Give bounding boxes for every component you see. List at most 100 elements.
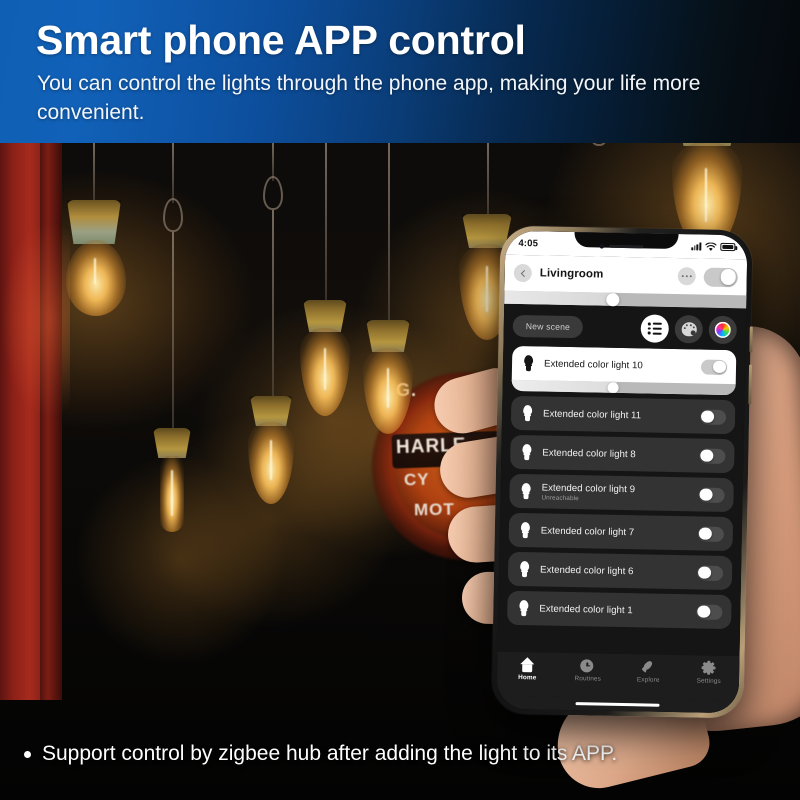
light-name: Extended color light 8 — [542, 446, 636, 460]
light-card-active[interactable]: Extended color light 10 — [511, 345, 737, 396]
light-name: Extended color light 6 — [540, 563, 634, 577]
room-master-toggle[interactable] — [703, 267, 738, 287]
room-header: Livingroom — [504, 254, 748, 309]
home-icon — [520, 657, 535, 673]
light-labels: Extended color light 10 — [544, 358, 701, 372]
bulb-filament — [94, 258, 96, 284]
light-name: Extended color light 10 — [543, 357, 643, 371]
light-labels: Extended color light 8 — [542, 447, 699, 461]
earpiece-speaker — [609, 244, 644, 249]
color-palette-button[interactable] — [674, 314, 704, 344]
bulb-filament — [705, 168, 707, 222]
cellular-bars-icon — [691, 242, 702, 251]
light-labels: Extended color light 1 — [539, 603, 696, 617]
light-toggle[interactable] — [699, 447, 726, 464]
bulb-socket — [67, 200, 121, 244]
bullet-icon — [24, 750, 31, 758]
bulb-icon — [522, 355, 535, 372]
promo-poster: G. HARLE CY MOT — [0, 0, 800, 800]
light-card-row: Extended color light 6 — [508, 552, 733, 590]
light-name: Extended color light 11 — [543, 407, 642, 421]
slider-fill — [504, 290, 616, 306]
light-name: Extended color light 1 — [539, 602, 633, 616]
color-wheel-icon — [714, 321, 731, 339]
promo-banner: Smart phone APP control You can control … — [0, 0, 800, 143]
gear-icon — [701, 660, 716, 675]
bulb-socket — [153, 428, 191, 458]
tab-label: Settings — [696, 677, 721, 685]
bulb-filament — [270, 440, 272, 480]
status-indicators — [691, 242, 736, 252]
light-toggle[interactable] — [699, 408, 727, 425]
light-card[interactable]: Extended color light 7 — [508, 512, 734, 552]
light-card-row: Extended color light 7 — [509, 513, 734, 551]
beam-glow — [0, 190, 70, 450]
page-subtitle: You can control the lights through the p… — [37, 72, 701, 124]
bulb-icon — [517, 600, 530, 617]
light-card[interactable]: Extended color light 8 — [510, 434, 735, 474]
phone-volume-up-button[interactable] — [749, 326, 753, 353]
more-options-button[interactable] — [677, 267, 696, 286]
tab-routines[interactable]: Routines — [566, 658, 610, 683]
light-labels: Extended color light 6 — [540, 564, 697, 578]
light-card[interactable]: Extended color light 1 — [507, 590, 732, 630]
color-palette-icon — [681, 322, 697, 337]
bulb-icon — [518, 561, 531, 578]
phone-screen: 4:05 Livingroom New scene Extended color… — [496, 230, 748, 714]
chevron-left-icon — [520, 269, 528, 277]
bulb-filament — [486, 266, 488, 312]
light-toggle[interactable] — [700, 358, 728, 375]
light-toggle[interactable] — [696, 603, 723, 620]
light-card-unreachable[interactable]: Extended color light 9 Unreachable — [509, 473, 734, 513]
light-labels: Extended color light 11 — [543, 408, 700, 422]
slider-knob[interactable] — [605, 292, 620, 306]
room-title: Livingroom — [539, 267, 604, 281]
tab-explore[interactable]: Explore — [626, 659, 670, 684]
bulb-cord — [487, 143, 489, 219]
slider-fill — [511, 379, 617, 393]
light-toggle[interactable] — [698, 486, 725, 503]
tab-home[interactable]: Home — [505, 657, 549, 682]
bulb-cord — [93, 143, 95, 205]
list-view-button[interactable] — [640, 314, 670, 343]
feature-caption: Support control by zigbee hub after addi… — [24, 742, 617, 766]
bulb-filament — [324, 348, 326, 390]
light-labels: Extended color light 9 Unreachable — [541, 482, 698, 504]
clock-icon-wrap — [580, 658, 595, 673]
scene-toolbar: New scene — [503, 303, 747, 351]
battery-full-icon — [720, 243, 736, 251]
harley-sign-text-2: CY — [403, 469, 430, 490]
tab-settings[interactable]: Settings — [687, 660, 731, 685]
back-button[interactable] — [513, 263, 532, 283]
new-scene-button[interactable]: New scene — [512, 314, 584, 339]
rocket-icon — [641, 659, 654, 673]
light-card-row: Extended color light 8 — [510, 435, 735, 473]
light-toggle[interactable] — [696, 564, 724, 581]
header-spacer — [611, 275, 669, 276]
tab-label: Routines — [574, 675, 602, 683]
light-card[interactable]: Extended color light 11 — [510, 395, 736, 435]
light-name: Extended color light 7 — [540, 524, 635, 538]
harley-sign-text-3: MOT — [413, 499, 455, 520]
bulb-glass — [66, 240, 126, 316]
clock-icon — [580, 659, 594, 673]
page-title: Smart phone APP control — [36, 17, 526, 63]
light-card-row: Extended color light 11 — [511, 396, 736, 434]
smartphone-device: 4:05 Livingroom New scene Extended color… — [491, 225, 753, 719]
light-list: Extended color light 10 Extended color l… — [497, 345, 746, 657]
bulb-cord — [172, 232, 174, 432]
room-header-row: Livingroom — [513, 259, 738, 291]
bulb-icon — [520, 444, 533, 461]
light-toggle[interactable] — [697, 525, 724, 542]
bulb-cord — [272, 210, 274, 400]
bottom-navigation: Home Routines Explore Settings — [496, 651, 740, 701]
slider-knob[interactable] — [607, 381, 620, 393]
gear-icon-wrap — [701, 660, 716, 676]
more-horizontal-icon — [681, 274, 684, 278]
color-wheel-button[interactable] — [708, 315, 738, 345]
light-card[interactable]: Extended color light 6 — [507, 551, 733, 591]
cord-knot — [263, 176, 283, 210]
light-card-row: Extended color light 1 — [507, 591, 732, 629]
bulb-filament — [171, 470, 173, 516]
